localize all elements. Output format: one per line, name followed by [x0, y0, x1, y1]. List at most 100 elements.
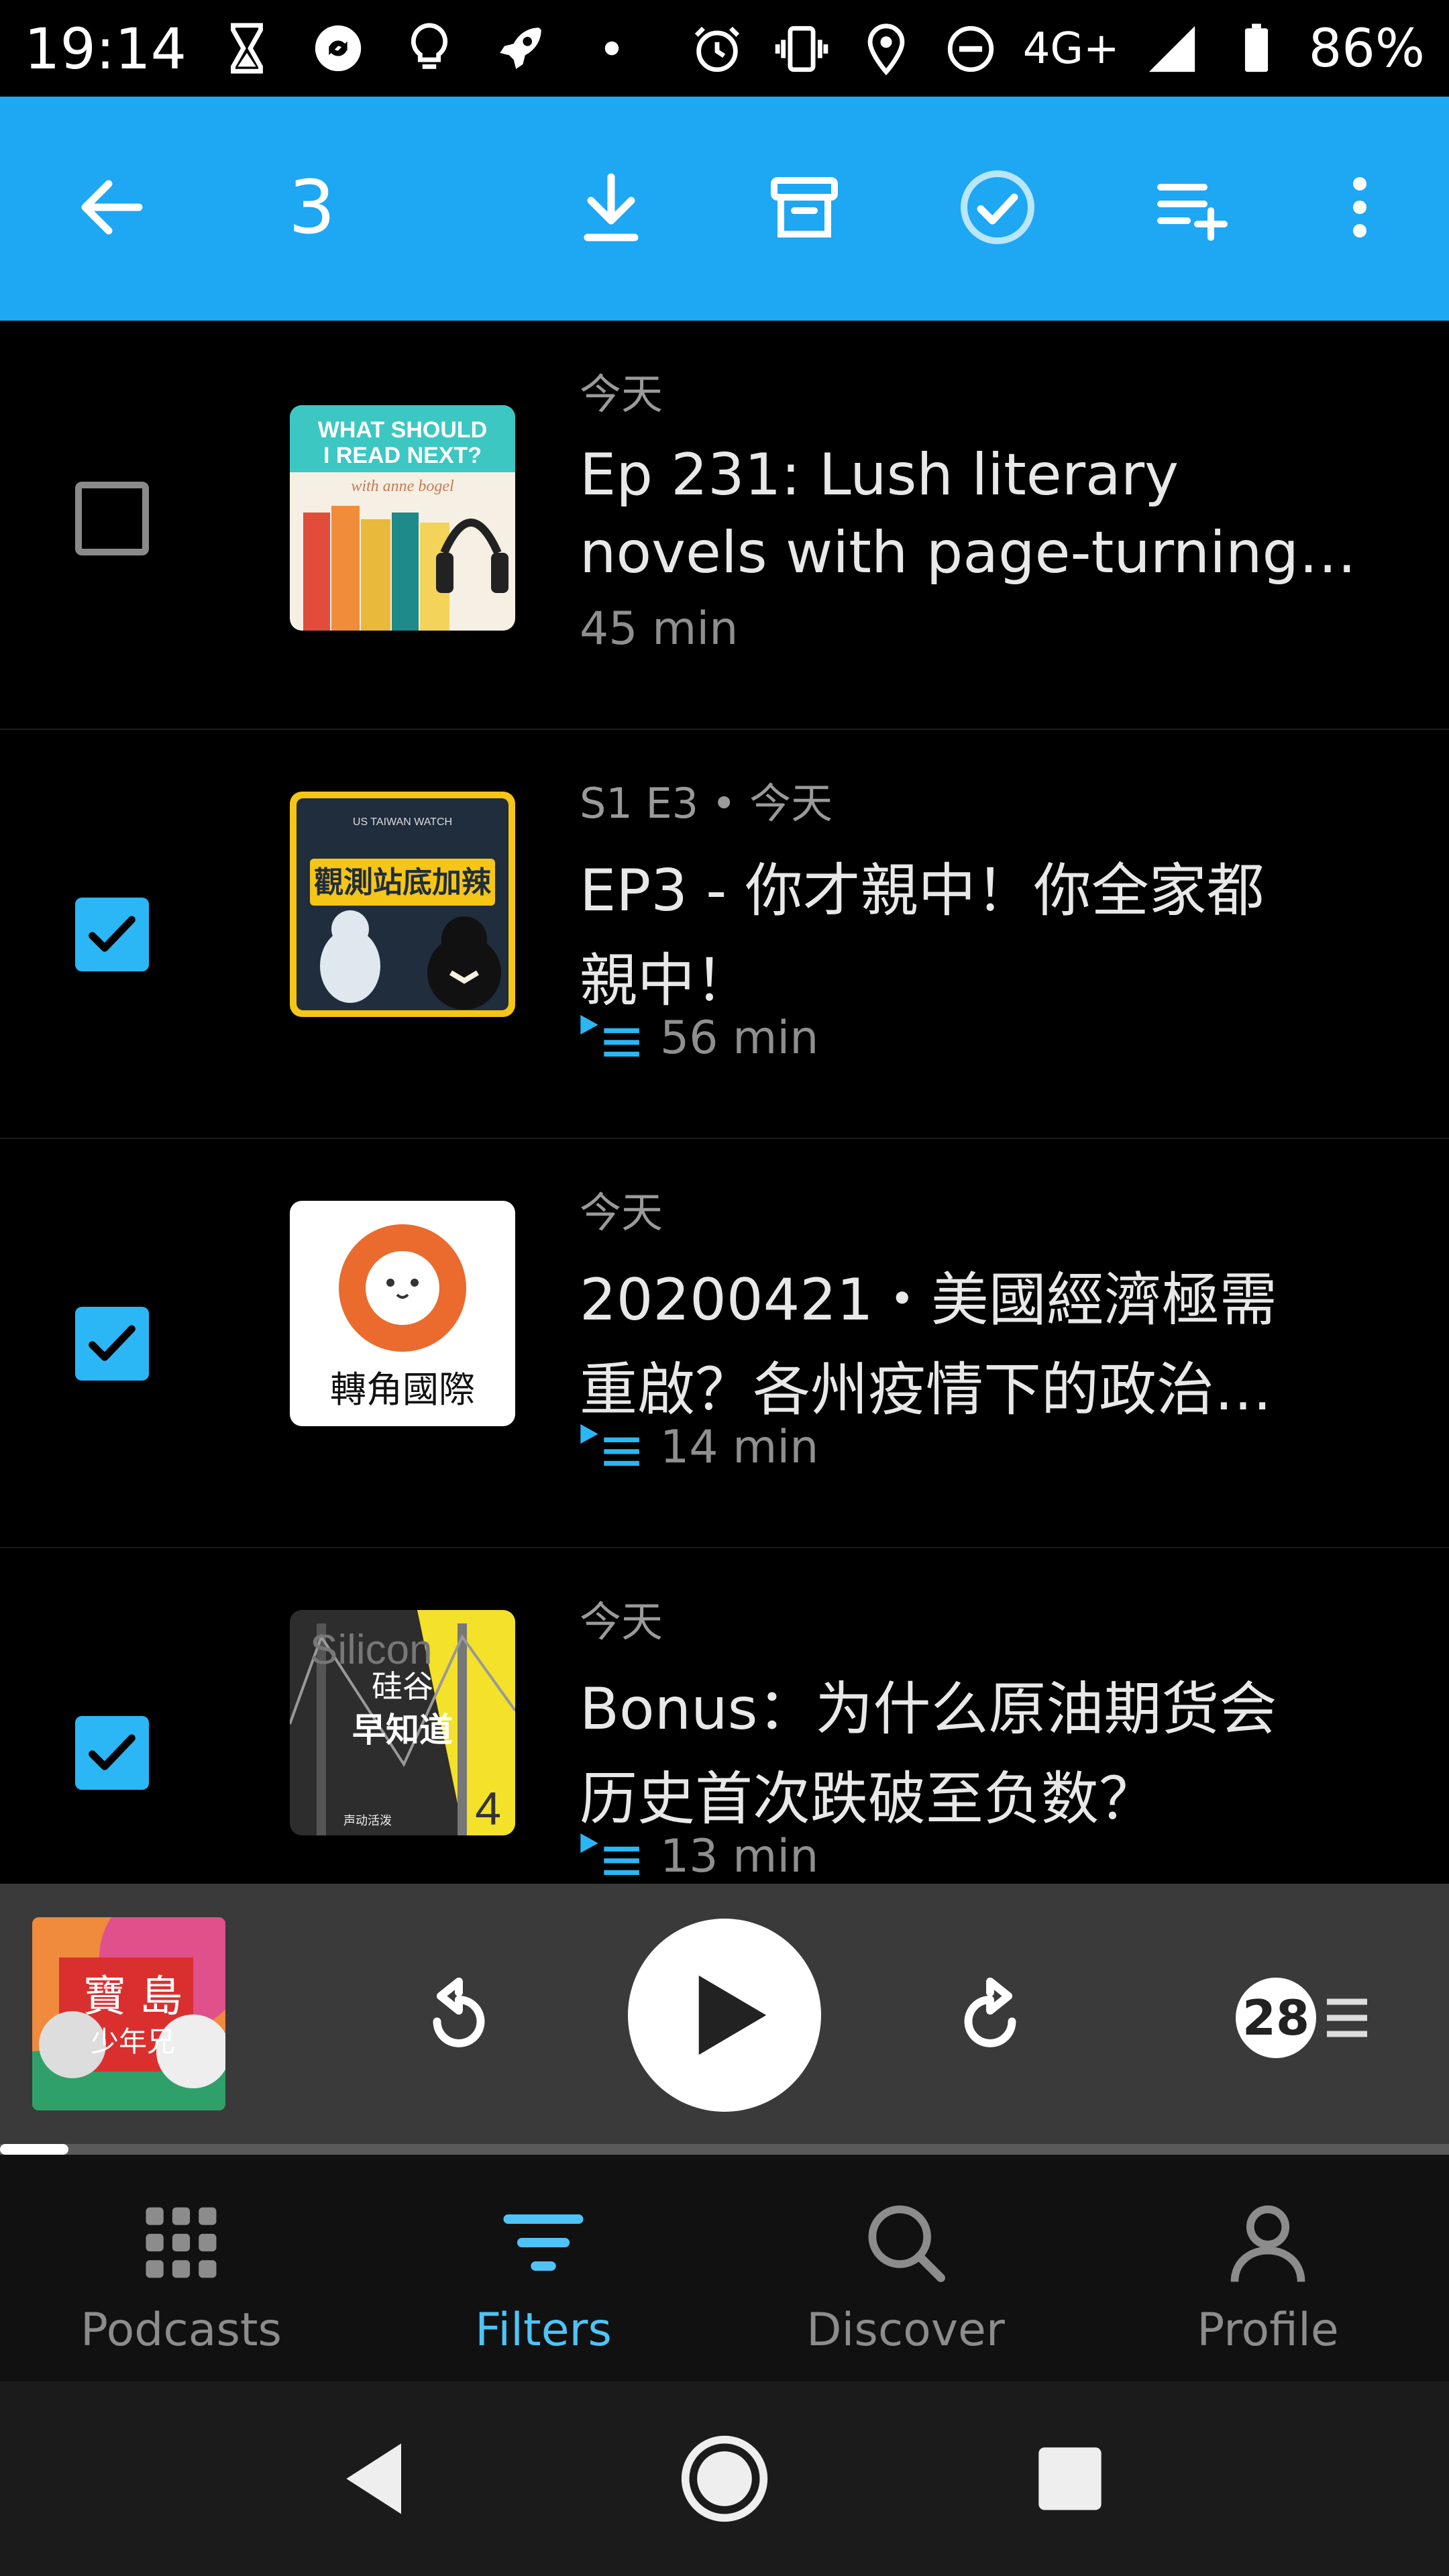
artwork-text-top: US TAIWAN WATCH [353, 816, 452, 828]
nav-item-discover[interactable]: Discover [724, 2155, 1087, 2381]
queue-list-icon [1327, 1998, 1367, 2037]
checkmark-icon [89, 1734, 136, 1770]
skip-forward-button[interactable] [930, 1957, 1051, 2078]
recents-square-icon [1038, 2447, 1102, 2510]
now-playing-artwork[interactable]: 寶 島 少年兄 [32, 1917, 225, 2110]
add-to-queue-button[interactable] [1140, 157, 1241, 258]
artwork-small-text: 声动活泼 [343, 1814, 392, 1828]
do-not-disturb-icon [938, 17, 1003, 81]
nav-item-filters[interactable]: Filters [362, 2155, 724, 2381]
episode-duration-row: 45 min [580, 601, 738, 657]
home-circle-icon [681, 2435, 768, 2522]
episode-meta: 今天 [580, 1188, 663, 1237]
up-next-button[interactable]: 28 [1236, 1978, 1371, 2058]
add-to-queue-icon [1157, 184, 1228, 241]
back-triangle-icon [346, 2443, 401, 2514]
episode-checkbox[interactable] [75, 482, 149, 555]
up-next-queue-icon [580, 1833, 639, 1875]
episode-meta: 今天 [580, 1597, 663, 1646]
location-icon [854, 17, 918, 81]
episode-duration-row: 14 min [580, 1419, 818, 1476]
episode-duration: 45 min [580, 602, 739, 655]
mark-played-icon [961, 170, 1034, 244]
status-bar: 19:14 4G+ 86% [0, 0, 1449, 97]
discover-search-icon [855, 2192, 956, 2293]
system-home-button[interactable] [674, 2428, 775, 2529]
more-options-button[interactable] [1309, 157, 1410, 258]
profile-icon [1218, 2192, 1318, 2293]
rocket-icon [488, 16, 553, 80]
system-recents-button[interactable] [1020, 2428, 1120, 2529]
fast-forward-icon [964, 1977, 1016, 2047]
episode-checkbox[interactable] [75, 898, 149, 971]
bottom-navigation: Podcasts Filters Discover Profile [0, 2155, 1449, 2381]
artwork-text-line3: with anne bogel [351, 478, 454, 495]
episode-title-line: Bonus：为什么原油期货会 [580, 1676, 1277, 1743]
signal-icon [1140, 17, 1204, 81]
play-button[interactable] [628, 1919, 821, 2112]
download-icon [584, 173, 639, 241]
taiwan-watch-artwork: US TAIWAN WATCH 觀測站底加辣 [290, 792, 515, 1017]
selection-toolbar: 3 [0, 97, 1449, 321]
checkmark-icon [89, 916, 136, 952]
up-next-queue-icon [580, 1015, 639, 1057]
artwork-bg-text: Silicon [310, 1627, 433, 1673]
status-system-icons: 4G+ 86% [685, 12, 1425, 86]
episode-list[interactable]: WHAT SHOULD I READ NEXT? with anne bogel… [0, 321, 1449, 1884]
episode-checkbox[interactable] [75, 1716, 149, 1790]
artwork-text-line1: 寶 島 [83, 1972, 182, 2022]
nav-label: Discover [806, 2304, 1005, 2357]
episode-duration: 13 min [660, 1830, 819, 1883]
episode-row[interactable]: WHAT SHOULD I READ NEXT? with anne bogel… [0, 321, 1449, 730]
battery-icon [1224, 17, 1289, 81]
battery-percent: 86% [1308, 19, 1425, 79]
artwork-text-line1: 硅谷 [372, 1668, 433, 1705]
checkmark-icon [89, 1325, 136, 1361]
episode-duration: 56 min [660, 1012, 819, 1065]
episode-row[interactable]: 轉角國際 今天 20200421・美國經濟極需 重啟？各州疫情下的政治… 14 … [0, 1139, 1449, 1548]
episode-row[interactable]: Silicon 硅谷 早知道 4 声动活泼 今天 Bonus：为什么原油期货会 … [0, 1548, 1449, 1884]
episode-meta: S1 E3 • 今天 [580, 779, 833, 828]
episode-checkbox[interactable] [75, 1307, 149, 1381]
nav-label: Podcasts [80, 2304, 282, 2357]
mini-player[interactable]: 寶 島 少年兄 28 [0, 1884, 1449, 2152]
dot-icon [580, 16, 644, 80]
up-next-queue-icon [580, 1424, 639, 1466]
system-back-button[interactable] [327, 2428, 428, 2529]
play-icon [698, 1975, 767, 2055]
episode-row[interactable]: US TAIWAN WATCH 觀測站底加辣 S1 E3 • 今天 EP3 - … [0, 730, 1449, 1139]
episode-title-line: 20200421・美國經濟極需 [580, 1267, 1277, 1334]
episode-title: Bonus：为什么原油期货会 历史首次跌破至负数？ [580, 1661, 1358, 1847]
nav-item-podcasts[interactable]: Podcasts [0, 2155, 362, 2381]
sync-circle-icon [306, 16, 370, 80]
episode-meta: 今天 [580, 370, 663, 419]
playback-progress-fill [0, 2144, 68, 2155]
download-button[interactable] [561, 157, 661, 258]
archive-button[interactable] [754, 157, 855, 258]
artwork-text-line2: 少年兄 [91, 2025, 175, 2058]
archive-icon [771, 177, 838, 237]
artwork-number: 4 [475, 1782, 501, 1835]
system-navigation-bar [0, 2381, 1449, 2576]
status-time: 19:14 [24, 16, 187, 82]
selected-count: 3 [288, 164, 335, 250]
network-type-label: 4G+ [1022, 24, 1120, 74]
more-vert-icon [1353, 177, 1366, 237]
nav-label: Filters [475, 2304, 612, 2357]
nav-label: Profile [1197, 2304, 1339, 2357]
skip-back-button[interactable] [398, 1957, 519, 2078]
vibrate-icon [769, 17, 834, 81]
back-button[interactable] [62, 157, 162, 258]
artwork-text-main: 轉角國際 [330, 1368, 475, 1411]
episode-title-line: Ep 231: Lush literary [580, 441, 1179, 508]
episode-title: Ep 231: Lush literary novels with page-t… [580, 436, 1358, 592]
rewind-icon [433, 1977, 485, 2047]
nav-item-profile[interactable]: Profile [1087, 2155, 1449, 2381]
artwork-text-main: 觀測站底加辣 [314, 865, 492, 900]
filters-icon [493, 2192, 594, 2293]
podcasts-grid-icon [131, 2192, 231, 2293]
mark-played-button[interactable] [947, 157, 1048, 258]
status-notification-icons [215, 16, 644, 80]
playback-progress-bar[interactable] [0, 2144, 1449, 2155]
hourglass-icon [215, 16, 279, 80]
